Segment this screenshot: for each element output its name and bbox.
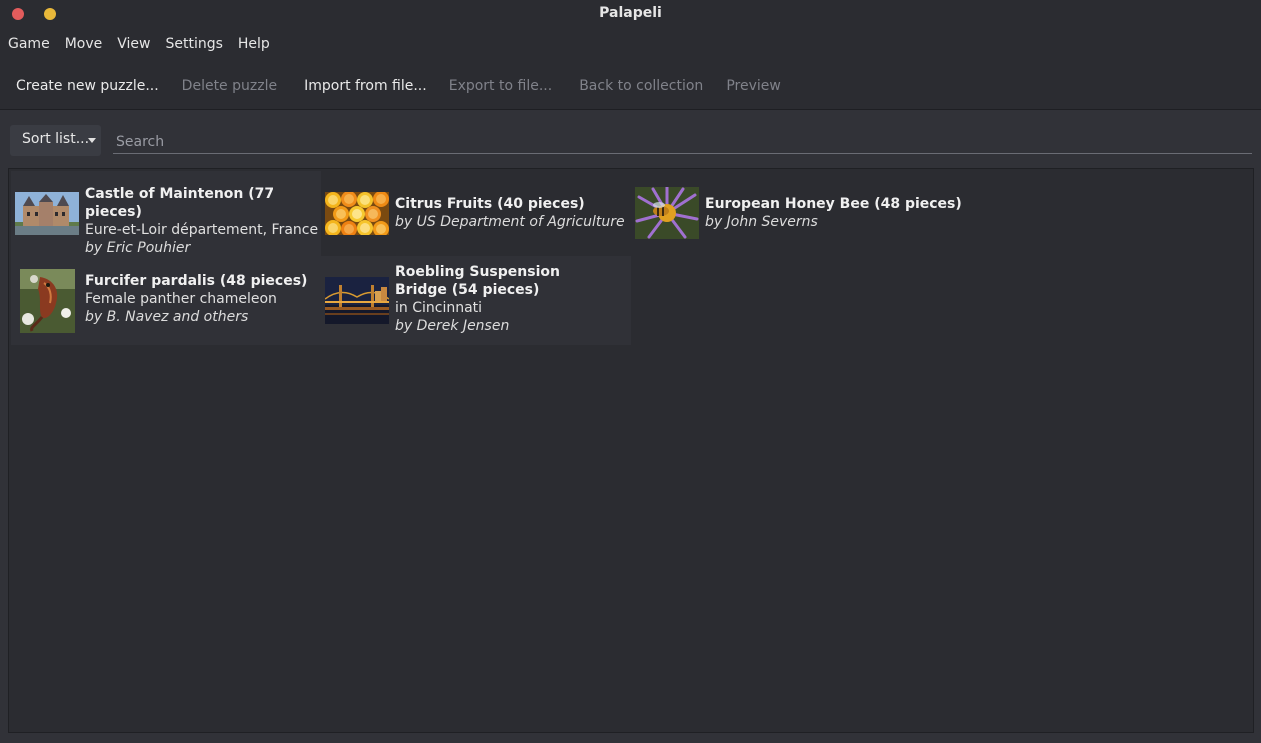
puzzle-item-text: Roebling Suspension Bridge (54 pieces) i…	[395, 263, 605, 335]
sort-list-button[interactable]: Sort list...	[10, 125, 101, 156]
puzzle-author: by Derek Jensen	[395, 318, 510, 334]
menu-move[interactable]: Move	[57, 33, 110, 55]
puzzle-title: Citrus Fruits (40 pieces)	[395, 196, 585, 212]
menu-bar: Game Move View Settings Help	[0, 33, 277, 55]
window-title: Palapeli	[599, 5, 662, 21]
menu-view[interactable]: View	[109, 33, 157, 55]
menu-settings[interactable]: Settings	[157, 33, 229, 55]
puzzle-item-text: Furcifer pardalis (48 pieces) Female pan…	[85, 272, 319, 326]
puzzle-author: by Eric Pouhier	[85, 240, 191, 256]
puzzle-comment: Eure-et-Loir département, France	[85, 222, 319, 238]
puzzle-item-castle[interactable]: Castle of Maintenon (77 pieces) Eure-et-…	[11, 171, 321, 256]
export-file-button[interactable]: Export to file...	[433, 73, 552, 99]
puzzle-author: by John Severns	[705, 214, 818, 230]
back-to-collection-button[interactable]: Back to collection	[563, 73, 703, 99]
puzzle-item-text: Castle of Maintenon (77 pieces) Eure-et-…	[85, 185, 319, 257]
puzzle-title: Roebling Suspension Bridge (54 pieces)	[395, 264, 560, 298]
puzzle-comment: Female panther chameleon	[85, 291, 277, 307]
puzzle-title: Furcifer pardalis (48 pieces)	[85, 273, 308, 289]
search-input[interactable]	[113, 130, 1252, 154]
puzzle-item-bee[interactable]: European Honey Bee (48 pieces) by John S…	[631, 171, 962, 256]
puzzle-item-bridge[interactable]: Roebling Suspension Bridge (54 pieces) i…	[321, 256, 631, 345]
create-puzzle-button[interactable]: Create new puzzle...	[0, 73, 159, 99]
menu-help[interactable]: Help	[230, 33, 277, 55]
puzzle-author: by B. Navez and others	[85, 309, 249, 325]
import-file-button[interactable]: Import from file...	[288, 73, 427, 99]
bee-thumbnail	[635, 187, 699, 239]
puzzle-item-text: European Honey Bee (48 pieces) by John S…	[705, 195, 1005, 231]
chevron-down-icon	[88, 138, 96, 143]
puzzle-author: by US Department of Agriculture	[395, 214, 625, 230]
puzzle-item-citrus[interactable]: Citrus Fruits (40 pieces) by US Departme…	[321, 171, 631, 256]
preview-button[interactable]: Preview	[710, 73, 781, 99]
castle-thumbnail	[15, 192, 79, 235]
main-toolbar: Create new puzzle... Delete puzzle Impor…	[0, 73, 786, 99]
puzzle-comment: in Cincinnati	[395, 300, 483, 316]
sort-list-label: Sort list...	[22, 131, 90, 147]
menu-game[interactable]: Game	[0, 33, 57, 55]
title-bar: Palapeli	[0, 0, 1261, 27]
puzzle-title: Castle of Maintenon (77 pieces)	[85, 186, 275, 220]
puzzle-item-text: Citrus Fruits (40 pieces) by US Departme…	[395, 195, 629, 231]
puzzle-title: European Honey Bee (48 pieces)	[705, 196, 962, 212]
citrus-thumbnail	[325, 192, 389, 235]
chameleon-thumbnail	[20, 269, 75, 333]
puzzle-item-chameleon[interactable]: Furcifer pardalis (48 pieces) Female pan…	[11, 256, 321, 345]
puzzle-list[interactable]: Castle of Maintenon (77 pieces) Eure-et-…	[8, 168, 1254, 733]
bridge-thumbnail	[325, 277, 389, 324]
delete-puzzle-button[interactable]: Delete puzzle	[166, 73, 277, 99]
